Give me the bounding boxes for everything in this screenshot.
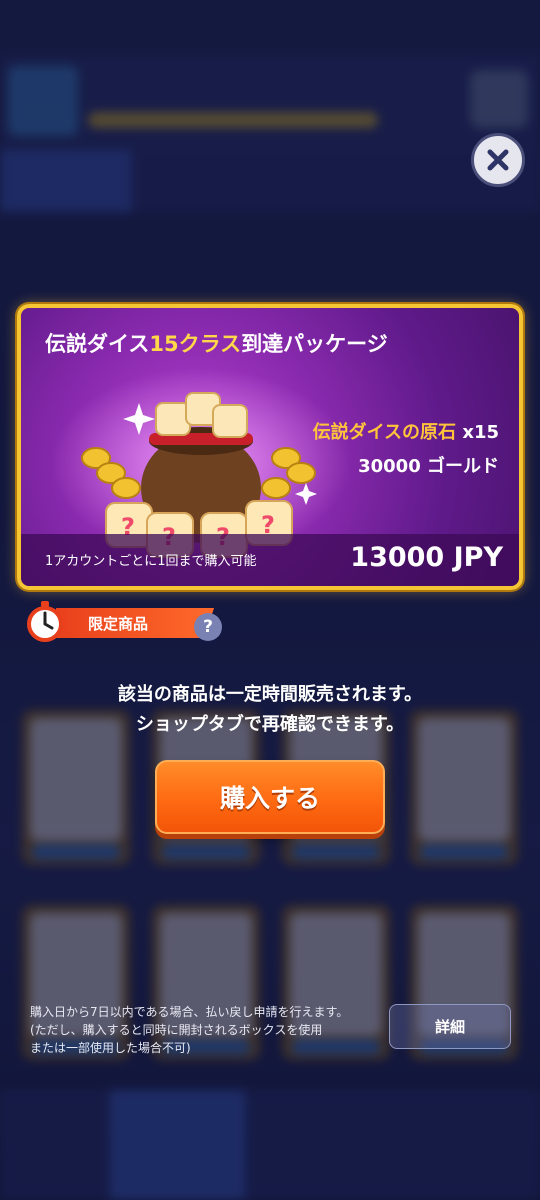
refund-line-1: 購入日から7日以内である場合、払い戻し申請を行えます。	[30, 1005, 349, 1019]
package-card: 伝説ダイス15クラス到達パッケージ ? ? 伝説ダイスの原石 x15 30000…	[17, 304, 523, 590]
help-button[interactable]: ?	[194, 613, 222, 641]
item-legend-dice-stone: 伝説ダイスの原石 x15	[312, 422, 499, 443]
package-items: 伝説ダイスの原石 x15 30000 ゴールド	[313, 418, 499, 478]
refund-line-2: (ただし、購入すると同時に開封されるボックスを使用	[30, 1023, 323, 1037]
package-footer: 1アカウントごとに1回まで購入可能 13000 JPY	[21, 534, 519, 586]
stopwatch-icon	[27, 601, 63, 642]
limited-ribbon: 限定商品	[56, 608, 214, 638]
notice-line-1: 該当の商品は一定時間販売されます。	[117, 684, 423, 705]
buy-button[interactable]: 購入する	[155, 760, 385, 834]
refund-policy: 購入日から7日以内である場合、払い戻し申請を行えます。 (ただし、購入すると同時…	[30, 1003, 348, 1057]
close-icon	[487, 149, 509, 171]
close-button[interactable]	[471, 133, 525, 187]
package-illustration: ?? ??	[51, 368, 351, 558]
detail-button-label: 詳細	[434, 1018, 465, 1036]
item-gold: 30000 ゴールド	[358, 456, 499, 477]
price-label: 13000 JPY	[350, 542, 503, 573]
buy-button-label: 購入する	[219, 784, 320, 813]
package-title: 伝説ダイス15クラス到達パッケージ	[45, 332, 388, 356]
detail-button[interactable]: 詳細	[389, 1004, 511, 1049]
notice-line-2: ショップタブで再確認できます。	[135, 714, 405, 735]
refund-line-3: または一部使用した場合不可)	[30, 1041, 191, 1055]
purchase-limit-note: 1アカウントごとに1回まで購入可能	[45, 554, 257, 569]
